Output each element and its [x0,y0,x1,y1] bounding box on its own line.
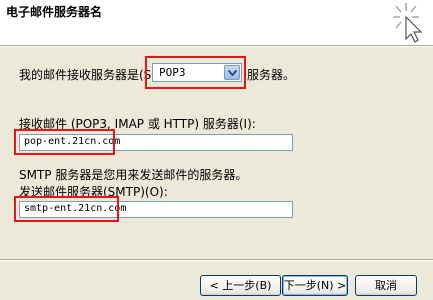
incoming-type-suffix: 服务器。 [247,68,296,82]
incoming-type-label: 我的邮件接收服务器是(S) [19,68,156,82]
outgoing-server-value: smtp-ent.21cn.com [24,203,127,214]
incoming-server-value: pop-ent.21cn.com [24,136,121,147]
page-title: 电子邮件服务器名 [6,5,103,19]
back-button[interactable]: < 上一步(B) [200,275,281,296]
header-divider [0,46,433,47]
incoming-server-type-select[interactable]: POP3 [152,63,242,82]
footer-divider [0,259,433,261]
incoming-server-type-value: POP3 [159,66,186,79]
cancel-button[interactable]: 取消 [355,275,417,296]
wizard-dialog: 电子邮件服务器名 我的邮件接收服务器是(S) POP3 服务器。 接收邮件 (P… [0,0,433,300]
outgoing-server-label: 发送邮件服务器(SMTP)(O): [19,185,168,199]
smtp-info-text: SMTP 服务器是您用来发送邮件的服务器。 [19,168,248,182]
outgoing-server-input[interactable]: smtp-ent.21cn.com [19,201,293,218]
wizard-sparkle-icon [388,1,430,43]
chevron-down-icon[interactable] [224,65,240,80]
wizard-header: 电子邮件服务器名 [0,0,433,46]
incoming-server-label: 接收邮件 (POP3, IMAP 或 HTTP) 服务器(I): [19,117,256,131]
next-button[interactable]: 下一步(N) > [282,275,348,296]
incoming-server-input[interactable]: pop-ent.21cn.com [19,134,293,151]
